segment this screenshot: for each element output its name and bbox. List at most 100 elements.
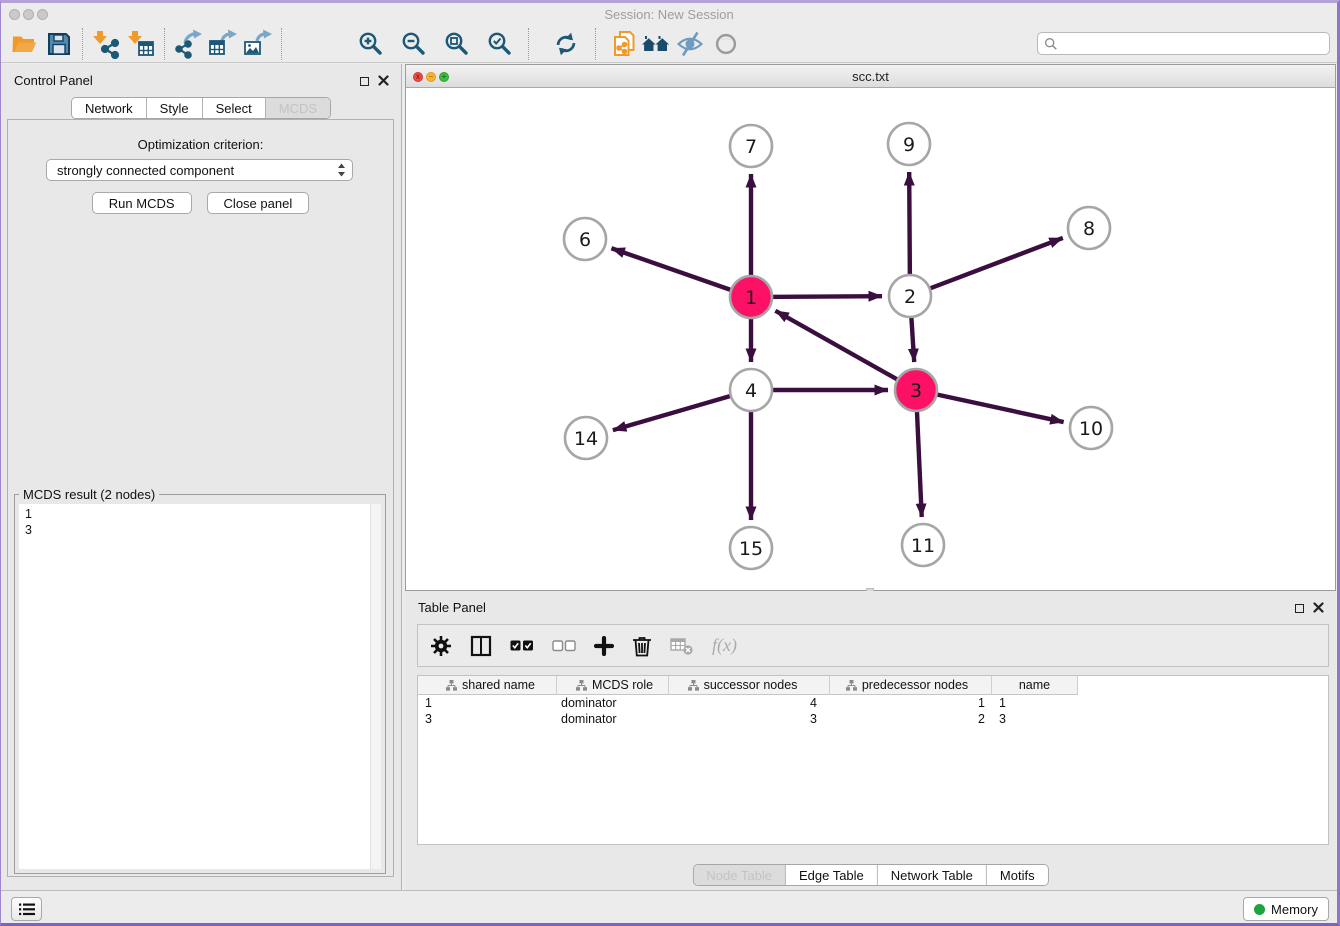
graph-edge-3-1[interactable]: [775, 311, 916, 390]
hide-panels-button[interactable]: [674, 27, 706, 61]
eye-slash-icon: [675, 29, 705, 59]
show-column-panel-button[interactable]: [470, 635, 492, 657]
optimization-criterion-label: Optimization criterion:: [8, 137, 393, 152]
import-network-button[interactable]: [90, 27, 122, 61]
run-mcds-button[interactable]: Run MCDS: [92, 192, 192, 214]
network-canvas[interactable]: 1234678910111415: [406, 88, 1335, 590]
export-table-button[interactable]: [207, 27, 239, 61]
tab-network-table[interactable]: Network Table: [878, 865, 987, 885]
graph-edge-3-10[interactable]: [916, 390, 1064, 422]
clone-network-button[interactable]: [608, 27, 640, 61]
zoom-fit-icon: [442, 30, 470, 58]
toolbar-separator: [82, 28, 83, 60]
open-folder-icon: [10, 30, 38, 58]
mcds-result-area[interactable]: 1 3: [19, 504, 381, 869]
column-header-successor-nodes[interactable]: successor nodes: [669, 676, 830, 695]
zoom-in-button[interactable]: [354, 27, 386, 61]
function-builder-button[interactable]: f(x): [712, 635, 737, 656]
float-table-panel-icon[interactable]: [1295, 600, 1304, 618]
gear-icon: [430, 635, 452, 657]
table-header-row: shared name MCDS role successor nodes: [418, 676, 1328, 695]
graph-node-label-8: 8: [1083, 218, 1095, 240]
export-image-button[interactable]: [242, 27, 274, 61]
zoom-selected-button[interactable]: [483, 27, 515, 61]
clone-network-icon: [609, 29, 639, 59]
export-network-button[interactable]: [172, 27, 204, 61]
mcds-tab-content: Optimization criterion: strongly connect…: [7, 119, 394, 877]
tab-network[interactable]: Network: [72, 98, 147, 118]
graph-node-label-15: 15: [739, 538, 763, 560]
trash-icon: [632, 635, 652, 657]
criterion-select[interactable]: strongly connected component: [46, 159, 353, 181]
tab-motifs[interactable]: Motifs: [987, 865, 1048, 885]
node-table[interactable]: shared name MCDS role successor nodes: [417, 675, 1329, 845]
zoom-fit-button[interactable]: [440, 27, 472, 61]
refresh-icon: [552, 30, 580, 58]
float-panel-icon[interactable]: [360, 73, 369, 91]
graph-node-label-1: 1: [745, 287, 757, 309]
create-column-button[interactable]: [594, 636, 614, 656]
graph-node-label-3: 3: [910, 380, 922, 402]
search-input[interactable]: [1062, 37, 1323, 51]
eye-disabled-icon: [712, 30, 740, 58]
import-table-icon: [126, 29, 156, 59]
unselect-all-columns-button[interactable]: [552, 640, 576, 652]
status-bar: Memory: [1, 890, 1337, 923]
tab-node-table[interactable]: Node Table: [693, 865, 786, 885]
delete-table-button[interactable]: [670, 636, 694, 656]
plus-icon: [594, 636, 614, 656]
search-icon: [1044, 37, 1058, 51]
graph-node-label-10: 10: [1079, 418, 1103, 440]
tab-select[interactable]: Select: [203, 98, 266, 118]
task-history-button[interactable]: [11, 897, 42, 921]
unchecked-boxes-icon: [552, 640, 576, 652]
memory-button[interactable]: Memory: [1243, 897, 1329, 921]
tab-style[interactable]: Style: [147, 98, 203, 118]
zoom-out-button[interactable]: [397, 27, 429, 61]
close-table-panel-icon[interactable]: [1313, 600, 1324, 618]
import-table-button[interactable]: [125, 27, 157, 61]
column-header-shared-name[interactable]: shared name: [418, 676, 557, 695]
open-session-button[interactable]: [8, 27, 40, 61]
export-table-icon: [208, 29, 238, 59]
table-panel-title: Table Panel: [418, 600, 486, 615]
close-panel-icon[interactable]: [378, 73, 389, 91]
tab-mcds[interactable]: MCDS: [266, 98, 330, 118]
table-settings-button[interactable]: [430, 635, 452, 657]
network-window-titlebar[interactable]: x − + scc.txt: [406, 65, 1335, 88]
import-network-icon: [91, 29, 121, 59]
memory-label: Memory: [1271, 902, 1318, 917]
graph-node-label-9: 9: [903, 134, 915, 156]
table-toolbar: f(x): [417, 624, 1329, 667]
graph-node-label-2: 2: [904, 286, 916, 308]
attribute-tree-icon: [446, 680, 457, 691]
chevron-up-down-icon: [337, 163, 346, 177]
result-scrollbar[interactable]: [370, 504, 381, 869]
graph-edge-2-8[interactable]: [910, 238, 1063, 296]
tab-edge-table[interactable]: Edge Table: [786, 865, 878, 885]
column-header-mcds-role[interactable]: MCDS role: [557, 676, 669, 695]
save-session-button[interactable]: [43, 27, 75, 61]
home-layout-button[interactable]: [640, 27, 672, 61]
table-row[interactable]: 3 dominator 3 2 3: [418, 711, 1328, 727]
mcds-result-values: 1 3: [25, 506, 32, 538]
refresh-network-button[interactable]: [550, 27, 582, 61]
delete-table-icon: [670, 636, 694, 656]
close-panel-button[interactable]: Close panel: [207, 192, 310, 214]
column-header-name[interactable]: name: [992, 676, 1078, 695]
memory-status-icon: [1254, 904, 1265, 915]
checked-boxes-icon: [510, 640, 534, 652]
delete-column-button[interactable]: [632, 635, 652, 657]
network-graph[interactable]: 1234678910111415: [406, 88, 1335, 591]
search-box[interactable]: [1037, 32, 1330, 55]
table-panel: Table Panel: [405, 591, 1336, 890]
show-panels-button[interactable]: [710, 27, 742, 61]
save-disk-icon: [46, 31, 72, 57]
table-row[interactable]: 1 dominator 4 1 1: [418, 695, 1328, 711]
mcds-result-box: MCDS result (2 nodes) 1 3: [14, 494, 386, 874]
graph-node-label-7: 7: [745, 136, 757, 158]
graph-node-label-14: 14: [574, 428, 598, 450]
column-header-predecessor-nodes[interactable]: predecessor nodes: [830, 676, 992, 695]
network-view-window: x − + scc.txt 1234678910111415: [405, 64, 1336, 591]
select-all-columns-button[interactable]: [510, 640, 534, 652]
